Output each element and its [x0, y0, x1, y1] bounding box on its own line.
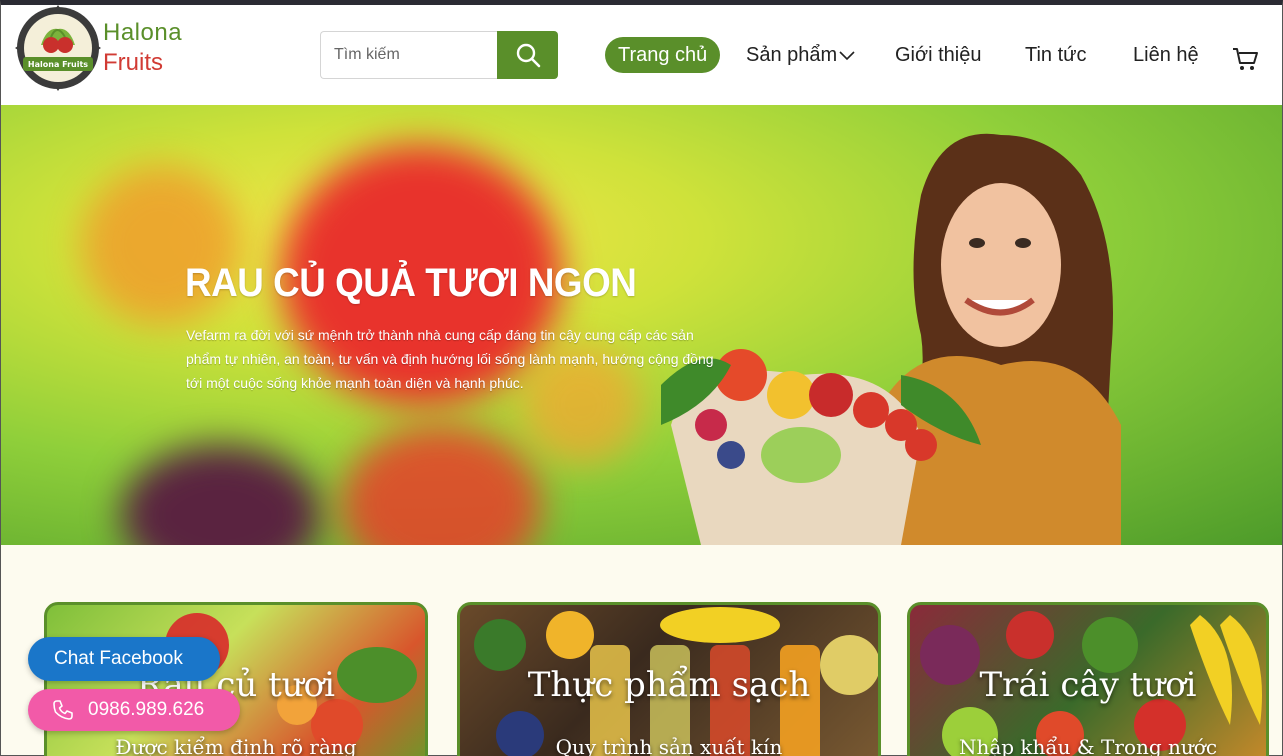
category-subtitle: Quy trình sản xuất kín [555, 735, 783, 756]
bg-tomato-shape [341, 425, 541, 545]
chat-facebook-label: Chat Facebook [54, 648, 183, 669]
nav-item-label: Sản phẩm [746, 44, 838, 66]
search-bar [320, 31, 558, 79]
hero-title: RAU CỦ QUẢ TƯƠI NGON [185, 261, 637, 305]
brand-name-line1: Halona [103, 19, 183, 46]
nav-item-products[interactable]: Sản phẩm [746, 37, 855, 73]
phone-number-label: 0986.989.626 [88, 699, 205, 720]
nav-item-label: Trang chủ [618, 44, 708, 66]
search-input[interactable] [320, 31, 498, 79]
hero-description: Vefarm ra đời với sứ mệnh trở thành nhà … [186, 327, 714, 391]
cart-icon[interactable] [1231, 45, 1259, 73]
site-header: Halona Fruits Halona Fruits Trang chủ Sả… [1, 5, 1282, 105]
logo[interactable]: Halona Fruits Halona Fruits [15, 5, 205, 91]
nav-item-contact[interactable]: Liên hệ [1133, 37, 1199, 73]
logo-badge-icon: Halona Fruits [15, 5, 101, 91]
nav-item-label: Giới thiệu [895, 44, 982, 66]
category-subtitle: Được kiểm định rõ ràng [115, 735, 357, 756]
bg-eggplant-shape [121, 445, 321, 545]
category-card-clean-food[interactable]: Thực phẩm sạch Quy trình sản xuất kín [457, 602, 881, 756]
phone-icon [53, 700, 73, 720]
brand-name-line2: Fruits [103, 49, 163, 76]
category-title: Thực phẩm sạch [527, 665, 811, 705]
nav-item-label: Liên hệ [1133, 44, 1199, 66]
category-card-fruits[interactable]: Trái cây tươi Nhập khẩu & Trong nước [907, 602, 1269, 756]
category-title: Trái cây tươi [979, 665, 1197, 705]
nav-item-home[interactable]: Trang chủ [605, 37, 721, 73]
nav-item-news[interactable]: Tin tức [1025, 37, 1087, 73]
nav-item-label: Tin tức [1025, 44, 1087, 66]
search-button[interactable] [497, 31, 558, 79]
nav-item-about[interactable]: Giới thiệu [895, 37, 981, 73]
chevron-down-icon [839, 51, 855, 60]
logo-badge-text: Halona Fruits [28, 60, 88, 69]
category-subtitle: Nhập khẩu & Trong nước [958, 735, 1218, 756]
chat-facebook-button[interactable]: Chat Facebook [28, 637, 220, 681]
hero-banner: RAU CỦ QUẢ TƯƠI NGON Vefarm ra đời với s… [1, 105, 1282, 545]
search-icon [516, 43, 540, 68]
phone-call-button[interactable]: 0986.989.626 [28, 689, 240, 731]
